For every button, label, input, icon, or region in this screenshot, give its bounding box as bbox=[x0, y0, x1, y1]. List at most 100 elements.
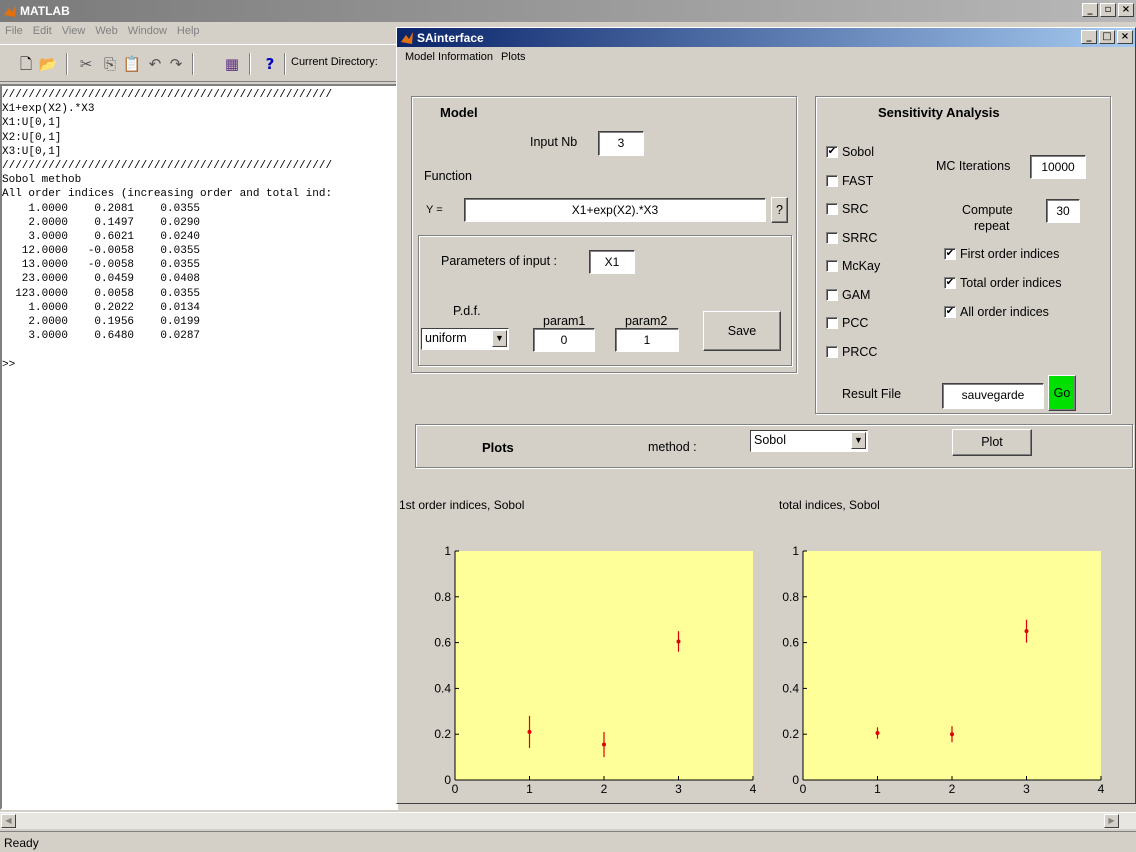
console-line: X1:U[0,1] bbox=[2, 117, 62, 130]
input-nb-field[interactable]: 3 bbox=[598, 131, 644, 156]
toolbar-separator bbox=[66, 53, 68, 75]
checkmark-icon[interactable]: ✔ bbox=[944, 277, 956, 289]
matlab-titlebar: MATLAB _ ▫ × bbox=[0, 0, 1136, 22]
close-icon[interactable]: × bbox=[1118, 3, 1134, 17]
method-label: method : bbox=[648, 440, 697, 454]
chevron-down-icon[interactable]: ▼ bbox=[851, 432, 866, 449]
menu-edit[interactable]: Edit bbox=[28, 22, 57, 42]
y-tick-label: 0.4 bbox=[782, 681, 799, 695]
menu-file[interactable]: File bbox=[0, 22, 28, 42]
redo-icon[interactable]: ↷ bbox=[166, 54, 186, 74]
sensitivity-heading: Sensitivity Analysis bbox=[878, 105, 1000, 120]
menu-help[interactable]: Help bbox=[172, 22, 205, 42]
undo-icon[interactable]: ↶ bbox=[145, 54, 165, 74]
pdf-select[interactable]: uniform ▼ bbox=[421, 328, 509, 350]
function-field[interactable]: X1+exp(X2).*X3 bbox=[464, 198, 766, 222]
pdf-label: P.d.f. bbox=[453, 304, 481, 318]
console-line: 12.0000 -0.0058 0.0355 bbox=[2, 245, 201, 258]
option-checkbox-2[interactable]: ✔ All order indices bbox=[944, 305, 1049, 319]
menu-web[interactable]: Web bbox=[90, 22, 122, 42]
console-line: 13.0000 -0.0058 0.0355 bbox=[2, 259, 201, 272]
status-bar: Ready bbox=[0, 831, 1136, 852]
plots-panel: Plots method : Sobol ▼ Plot bbox=[415, 424, 1133, 468]
method-select-value: Sobol bbox=[754, 433, 786, 447]
data-point bbox=[602, 742, 606, 747]
compute-repeat-field[interactable]: 30 bbox=[1046, 199, 1080, 223]
menu-plots[interactable]: Plots bbox=[499, 47, 531, 67]
first-order-chart: 0 0.2 0.4 0.6 0.8 1 0 1 2 3 4 bbox=[434, 544, 756, 796]
method-checkbox-prcc[interactable]: PRCC bbox=[826, 345, 877, 359]
method-checkbox-srrc[interactable]: SRRC bbox=[826, 231, 877, 245]
restore-icon[interactable]: ▫ bbox=[1100, 3, 1116, 17]
x-tick-label: 3 bbox=[1023, 782, 1030, 796]
option-checkbox-label: Total order indices bbox=[960, 276, 1062, 290]
param2-field[interactable]: 1 bbox=[615, 328, 679, 352]
y-tick-label: 0.2 bbox=[434, 727, 451, 741]
maximize-icon[interactable]: □ bbox=[1099, 30, 1115, 44]
checkbox-icon[interactable] bbox=[826, 345, 838, 358]
param1-field[interactable]: 0 bbox=[533, 328, 595, 352]
method-checkbox-label: PCC bbox=[842, 316, 869, 330]
scroll-right-icon[interactable]: ▶ bbox=[1104, 814, 1119, 828]
menu-model-information[interactable]: Model Information bbox=[397, 47, 499, 67]
method-checkbox-gam[interactable]: GAM bbox=[826, 288, 870, 302]
method-checkbox-fast[interactable]: FAST bbox=[826, 174, 873, 188]
checkmark-icon[interactable]: ✔ bbox=[826, 146, 838, 158]
checkmark-icon[interactable]: ✔ bbox=[944, 306, 956, 318]
function-help-button[interactable]: ? bbox=[771, 197, 788, 223]
checkbox-icon[interactable] bbox=[826, 203, 838, 215]
mc-iterations-field[interactable]: 10000 bbox=[1030, 155, 1086, 179]
parameters-of-input-field[interactable]: X1 bbox=[589, 250, 635, 274]
method-checkbox-label: McKay bbox=[842, 259, 881, 273]
plot-button[interactable]: Plot bbox=[952, 429, 1032, 456]
command-window[interactable]: ////////////////////////////////////////… bbox=[0, 84, 398, 810]
save-button[interactable]: Save bbox=[703, 311, 781, 351]
x-tick-label: 1 bbox=[526, 782, 533, 796]
new-file-icon[interactable]: 🗋 bbox=[16, 54, 36, 74]
checkbox-icon[interactable] bbox=[826, 317, 838, 329]
data-point bbox=[1024, 629, 1029, 634]
checkbox-icon[interactable] bbox=[826, 288, 838, 301]
method-checkbox-sobol[interactable]: ✔ Sobol bbox=[826, 145, 874, 159]
simulink-icon[interactable]: ▦ bbox=[222, 54, 242, 74]
console-line: 2.0000 0.1497 0.0290 bbox=[2, 216, 201, 229]
help-icon[interactable]: ? bbox=[260, 54, 280, 74]
y-tick-label: 1 bbox=[792, 544, 799, 558]
close-icon[interactable]: × bbox=[1117, 30, 1133, 44]
minimize-icon[interactable]: _ bbox=[1081, 30, 1097, 44]
copy-icon[interactable]: ⎘ bbox=[100, 54, 120, 74]
input-nb-label: Input Nb bbox=[530, 135, 578, 149]
result-file-field[interactable]: sauvegarde bbox=[942, 383, 1044, 409]
chevron-down-icon[interactable]: ▼ bbox=[492, 330, 507, 347]
option-checkbox-1[interactable]: ✔ Total order indices bbox=[944, 276, 1061, 290]
go-button[interactable]: Go bbox=[1048, 375, 1076, 411]
horizontal-scrollbar[interactable] bbox=[0, 812, 1136, 829]
checkbox-icon[interactable] bbox=[826, 260, 838, 272]
open-folder-icon[interactable]: 📂 bbox=[38, 54, 58, 74]
method-checkbox-pcc[interactable]: PCC bbox=[826, 316, 868, 330]
method-checkbox-label: GAM bbox=[842, 287, 871, 302]
checkbox-icon[interactable] bbox=[826, 231, 838, 244]
model-panel: Model Input Nb 3 Function Y = X1+exp(X2)… bbox=[411, 96, 797, 373]
y-tick-label: 0 bbox=[444, 773, 451, 787]
menu-view[interactable]: View bbox=[57, 22, 91, 42]
method-checkbox-mckay[interactable]: McKay bbox=[826, 259, 880, 273]
data-point bbox=[527, 729, 532, 734]
console-line: X2:U[0,1] bbox=[2, 131, 62, 144]
cut-icon[interactable]: ✂ bbox=[76, 54, 96, 74]
menu-window[interactable]: Window bbox=[123, 22, 172, 42]
paste-icon[interactable]: 📋 bbox=[122, 54, 142, 74]
method-checkbox-src[interactable]: SRC bbox=[826, 202, 868, 216]
method-select[interactable]: Sobol ▼ bbox=[750, 430, 868, 452]
x-tick-label: 1 bbox=[874, 782, 881, 796]
plots-heading: Plots bbox=[482, 440, 514, 455]
minimize-icon[interactable]: _ bbox=[1082, 3, 1098, 17]
sainterface-window: SAinterface _ □ × Model Information Plot… bbox=[396, 27, 1136, 804]
checkmark-icon[interactable]: ✔ bbox=[944, 248, 956, 260]
option-checkbox-0[interactable]: ✔ First order indices bbox=[944, 247, 1059, 261]
param2-label: param2 bbox=[625, 314, 668, 328]
scroll-left-icon[interactable]: ◀ bbox=[1, 814, 16, 828]
sensitivity-analysis-panel: Sensitivity Analysis ✔ Sobol FAST SRC SRRC Mc… bbox=[815, 96, 1111, 414]
checkbox-icon[interactable] bbox=[826, 174, 838, 187]
param1-label: param1 bbox=[543, 314, 586, 328]
